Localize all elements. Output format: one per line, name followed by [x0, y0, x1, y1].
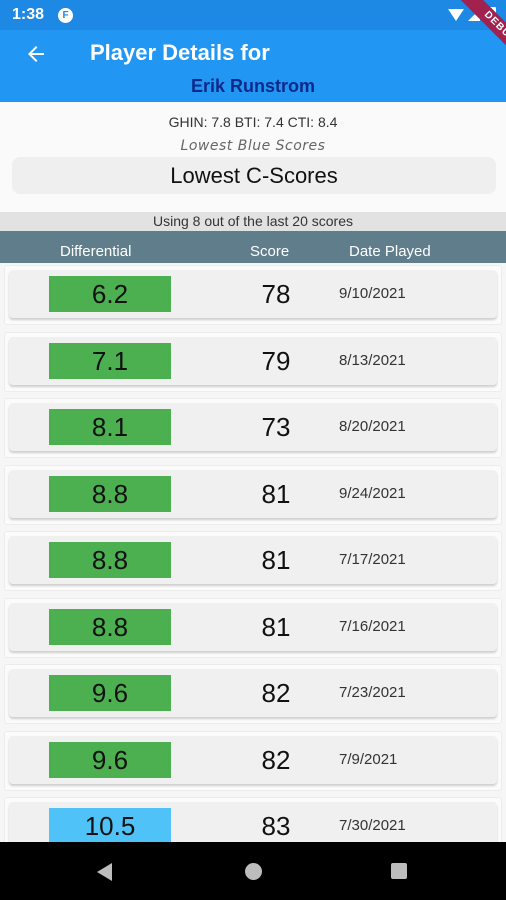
app-bar: Player Details for Erik Runstrom: [0, 30, 506, 102]
score-value: 78: [261, 279, 291, 309]
page-title: Player Details for: [90, 40, 270, 65]
differential-value: 6.2: [49, 276, 171, 312]
score-row[interactable]: 7.1 79 8/13/2021: [4, 331, 502, 392]
differential-value: 7.1: [49, 342, 171, 379]
score-card: 8.1 73 8/20/2021: [9, 403, 497, 451]
score-value: 82: [261, 678, 291, 708]
score-row[interactable]: 8.8 81 7/16/2021: [4, 597, 502, 658]
differential-value: 10.5: [49, 808, 171, 842]
table-header: Differential Score Date Played: [0, 231, 506, 263]
differential-value: 9.6: [49, 675, 171, 711]
score-row[interactable]: 10.5 83 7/30/2021: [4, 797, 502, 842]
handicap-indexes: GHIN: 7.8 BTI: 7.4 CTI: 8.4: [168, 114, 338, 130]
score-card: 10.5 83 7/30/2021: [9, 802, 497, 842]
date-played: 8/13/2021: [339, 351, 406, 369]
score-card: 8.8 81 7/17/2021: [9, 536, 497, 584]
score-value: 73: [261, 412, 291, 442]
screen: 1:38 F DEBUG Player Details for Erik Run…: [0, 0, 506, 900]
score-row[interactable]: 8.8 81 7/17/2021: [4, 531, 502, 591]
date-played: 9/24/2021: [339, 484, 406, 502]
score-card: 8.8 81 7/16/2021: [9, 602, 497, 651]
differential-value: 8.8: [49, 475, 171, 512]
score-value: 82: [261, 744, 291, 775]
score-value: 81: [261, 478, 291, 509]
score-row[interactable]: 8.1 73 8/20/2021: [4, 398, 502, 458]
status-time: 1:38: [12, 6, 45, 23]
column-header-score: Score: [250, 243, 290, 260]
score-card: 9.6 82 7/9/2021: [9, 735, 497, 784]
status-bar: 1:38 F: [0, 0, 506, 30]
differential-value: 8.1: [49, 409, 171, 445]
score-row[interactable]: 9.6 82 7/9/2021: [4, 730, 502, 791]
score-card: 9.6 82 7/23/2021: [9, 669, 497, 717]
score-value: 83: [261, 811, 291, 841]
score-value: 79: [261, 345, 291, 376]
score-card: 6.2 78 9/10/2021: [9, 270, 497, 318]
date-played: 8/20/2021: [339, 418, 406, 435]
date-played: 7/23/2021: [339, 684, 406, 701]
score-row[interactable]: 9.6 82 7/23/2021: [4, 664, 502, 724]
score-row[interactable]: 6.2 78 9/10/2021: [4, 265, 502, 325]
app-notification-icon: F: [58, 8, 73, 23]
back-triangle-icon[interactable]: [97, 863, 112, 881]
score-card: 7.1 79 8/13/2021: [9, 336, 497, 385]
score-row[interactable]: 8.8 81 9/24/2021: [4, 464, 502, 525]
date-played: 7/9/2021: [339, 750, 398, 768]
score-value: 81: [261, 611, 291, 642]
player-info: GHIN: 7.8 BTI: 7.4 CTI: 8.4 Lowest Blue …: [0, 102, 506, 212]
differential-value: 8.8: [49, 542, 171, 578]
date-played: 9/10/2021: [339, 285, 406, 302]
differential-value: 9.6: [49, 741, 171, 778]
date-played: 7/16/2021: [339, 617, 406, 635]
arrow-back-icon: [28, 46, 44, 62]
home-circle-icon[interactable]: [245, 863, 262, 880]
back-button[interactable]: [16, 36, 56, 72]
column-header-date: Date Played: [349, 243, 431, 260]
recents-square-icon[interactable]: [391, 863, 407, 879]
system-navigation-bar: [0, 842, 506, 900]
differential-value: 8.8: [49, 608, 171, 645]
score-type-toggle-button[interactable]: Lowest C-Scores: [12, 157, 496, 194]
score-value: 81: [261, 545, 291, 575]
player-name: Erik Runstrom: [190, 76, 316, 96]
score-list[interactable]: 6.2 78 9/10/2021 7.1 79 8/13/2021 8.1 73 8/20/20…: [0, 263, 506, 842]
wifi-icon: [448, 9, 464, 21]
column-header-differential: Differential: [60, 243, 132, 260]
date-played: 7/30/2021: [339, 817, 406, 834]
scores-subtitle: Lowest Blue Scores: [180, 138, 326, 154]
date-played: 7/17/2021: [339, 551, 406, 568]
using-scores-summary: Using 8 out of the last 20 scores: [0, 212, 506, 231]
score-card: 8.8 81 9/24/2021: [9, 469, 497, 518]
